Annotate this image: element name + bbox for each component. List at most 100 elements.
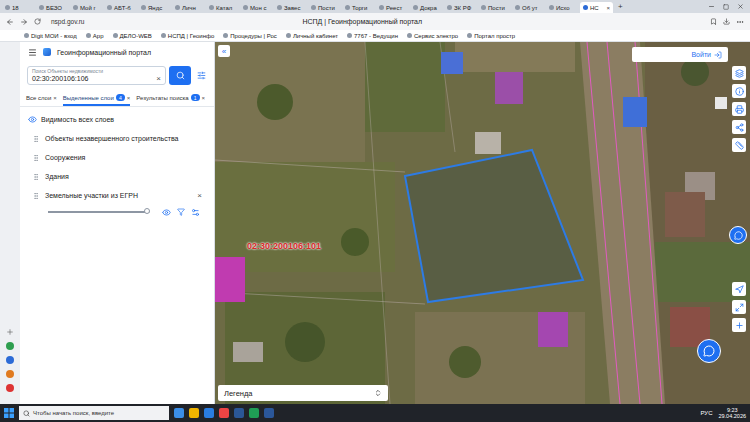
layer-close-button[interactable]: × [197,191,202,200]
bookmark-item[interactable]: Сервис электро [407,33,458,39]
sidebar-app-icon[interactable] [6,384,14,392]
login-button[interactable]: Войти [632,47,728,62]
map-tool-button[interactable] [732,102,746,116]
panel-tab[interactable]: Все слои× [26,92,57,106]
minimize-icon[interactable] [708,3,715,10]
back-icon[interactable] [6,18,14,26]
map-tool-button[interactable] [732,318,746,332]
language-indicator[interactable]: РУС [700,410,712,416]
taskbar-app-icon[interactable] [219,408,229,418]
tab-close-button[interactable]: × [127,95,131,101]
clear-button[interactable]: × [156,74,161,83]
browser-tab[interactable]: ЗК РФ [444,2,477,13]
taskbar-app-icon[interactable] [189,408,199,418]
parcel-outline[interactable] [405,150,583,302]
layer-row[interactable]: Земельные участки из ЕГРН× [20,186,214,205]
opacity-slider[interactable] [48,211,150,213]
bookmark-icon[interactable] [710,18,717,25]
search-value[interactable]: 02:30:200106:106 [32,75,88,82]
map-tool-button[interactable] [732,84,746,98]
address-field[interactable]: nspd.gov.ru [51,18,84,25]
taskbar-search[interactable]: Чтобы начать поиск, введите [19,406,169,420]
browser-tab[interactable]: АБТ-б [104,2,137,13]
tab-close-button[interactable]: × [53,95,57,101]
bookmark-item[interactable]: Digit МОИ - вход [24,33,77,39]
drag-handle-icon[interactable] [32,192,40,200]
eye-icon[interactable] [162,208,171,217]
browser-tab[interactable]: Катал [206,2,239,13]
taskbar-app-icon[interactable] [249,408,259,418]
browser-tab[interactable]: БЕЗО [36,2,69,13]
search-button[interactable] [169,66,191,85]
map[interactable]: 02:30:200106:101 « Войти Легенда [215,42,750,404]
forward-icon[interactable] [20,18,28,26]
visibility-toggle[interactable]: Видимость всех слоев [20,107,214,129]
clock[interactable]: 9:2329.04.2026 [718,407,746,420]
map-tool-button[interactable] [732,66,746,80]
tab-close-button[interactable]: × [202,95,206,101]
reload-icon[interactable] [34,18,41,25]
map-tool-button[interactable] [732,282,746,296]
browser-tab[interactable]: Торги [342,2,375,13]
collapse-button[interactable]: « [218,45,230,57]
browser-tab[interactable]: НС× [580,2,613,13]
taskbar-app-icon[interactable] [234,408,244,418]
browser-tab[interactable]: Об ут [512,2,545,13]
slider-knob[interactable] [144,208,150,214]
browser-tab[interactable]: Яндс [138,2,171,13]
browser-tab[interactable]: Завес [274,2,307,13]
bookmark-item[interactable]: Портал простр [467,33,515,39]
settings-icon[interactable] [191,208,200,217]
bookmark-item[interactable]: Процедуры | Рос [223,33,277,39]
filter-button[interactable] [194,66,208,85]
browser-tab[interactable]: Докра [410,2,443,13]
taskbar-app-icon[interactable] [174,408,184,418]
sidebar-app-icon[interactable] [6,370,14,378]
sidebar-app-icon[interactable] [6,342,14,350]
menu-icon[interactable] [28,48,37,57]
browser-tab[interactable]: Пости [478,2,511,13]
browser-tab[interactable]: Реест [376,2,409,13]
map-tool-button[interactable] [732,120,746,134]
aerial-map[interactable] [215,42,750,404]
sidebar-app-icon[interactable] [6,356,14,364]
layer-row[interactable]: Объекты незавершенного строительства [20,129,214,148]
layer-row[interactable]: Здания [20,167,214,186]
search-field[interactable]: Поиск Объекты недвижимости02:30:200106:1… [27,66,166,85]
taskbar-app-icon[interactable] [204,408,214,418]
legend-bar[interactable]: Легенда [218,385,388,401]
panel-tab[interactable]: Выделенные слои4× [63,92,131,106]
close-icon[interactable] [737,3,744,10]
windows-logo-icon[interactable] [4,408,14,418]
taskbar-app-icon[interactable] [264,408,274,418]
search-row: Поиск Объекты недвижимости02:30:200106:1… [20,62,214,85]
browser-tab[interactable]: Мой г [70,2,103,13]
assistant-button[interactable] [729,226,747,244]
bookmark-item[interactable]: 7767 - Ведущин [347,33,398,39]
download-icon[interactable] [723,18,730,25]
browser-tab[interactable]: Исхо [546,2,579,13]
maximize-icon[interactable] [723,4,729,10]
bookmark-item[interactable]: App [86,33,104,39]
filter-icon[interactable] [177,208,185,216]
tab-close-button[interactable]: × [606,5,610,11]
map-tool-button[interactable] [732,300,746,314]
drag-handle-icon[interactable] [32,154,40,162]
more-icon[interactable] [736,18,744,26]
browser-tab[interactable]: Мон с [240,2,273,13]
bookmark-item[interactable]: Личный кабинет [286,33,338,39]
browser-tab[interactable]: Пости [308,2,341,13]
browser-tab[interactable]: 18 [2,2,35,13]
panel-tab[interactable]: Результаты поиска1× [136,92,205,106]
add-icon[interactable] [6,328,14,336]
bookmark-item[interactable]: НСПД | Геоинфо [161,33,214,39]
new-tab-button[interactable]: + [614,2,627,11]
drag-handle-icon[interactable] [32,173,40,181]
bookmark-item[interactable]: ДЕЛО-WEB [113,33,152,39]
chat-button[interactable] [697,339,721,363]
drag-handle-icon[interactable] [32,135,40,143]
map-tool-button[interactable] [732,138,746,152]
parcel-label[interactable]: 02:30:200106:101 [247,241,321,251]
layer-row[interactable]: Сооружения [20,148,214,167]
browser-tab[interactable]: Личн [172,2,205,13]
